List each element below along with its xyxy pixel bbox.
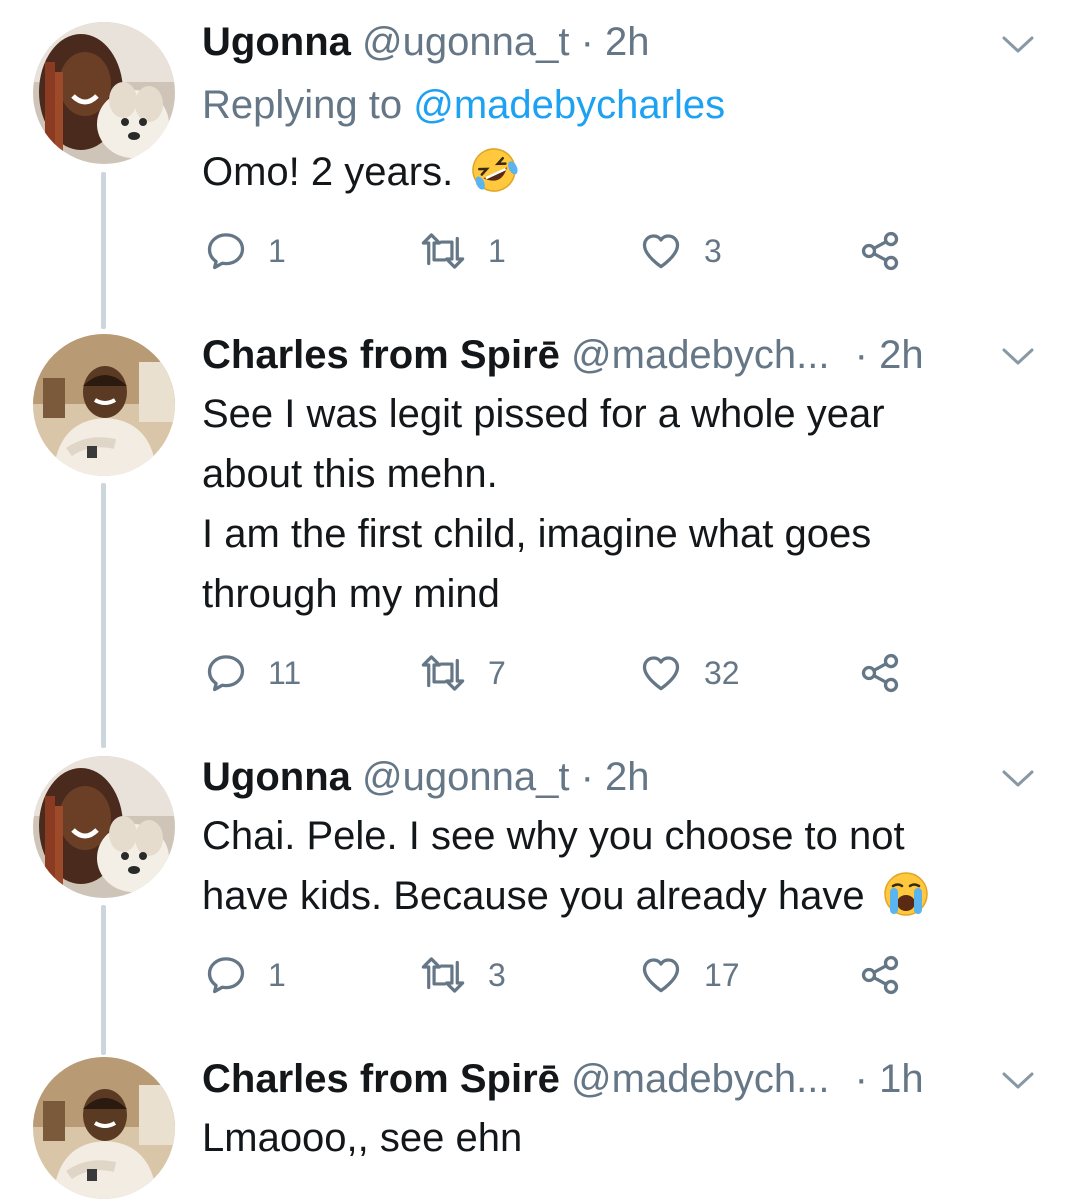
tweet-text: Omo! 2 years. <box>202 142 518 202</box>
tweet-actions: 1 3 17 <box>202 950 922 1000</box>
separator-dot: · <box>854 1057 868 1101</box>
reply-icon <box>207 233 245 270</box>
replying-to-label: Replying to <box>202 83 403 127</box>
separator-dot: · <box>580 755 594 799</box>
share-button[interactable] <box>858 226 902 276</box>
tweet-text-line-with-emoji: have kids. Because you already have <box>202 866 930 926</box>
like-count: 32 <box>704 654 740 691</box>
retweet-count: 1 <box>488 232 506 269</box>
share-button[interactable] <box>858 950 902 1000</box>
like-button[interactable]: 3 <box>638 226 722 276</box>
like-count: 17 <box>704 956 740 993</box>
display-name[interactable]: Charles from Spirē <box>202 1057 560 1101</box>
timestamp[interactable]: 2h <box>605 755 650 799</box>
retweet-icon <box>421 655 465 691</box>
tweet[interactable]: Charles from Spirē @madebych... · 1h Lma… <box>0 1030 1080 1199</box>
separator-dot: · <box>854 333 868 377</box>
tweet-text-line: Chai. Pele. I see why you choose to not <box>202 814 905 858</box>
heart-icon <box>642 234 680 269</box>
tweet-menu-chevron-icon[interactable] <box>1000 1068 1036 1092</box>
retweet-count: 7 <box>488 654 506 691</box>
display-name[interactable]: Ugonna <box>202 20 351 64</box>
tweet-header: Charles from Spirē @madebych... · 1h <box>202 1054 924 1104</box>
user-handle[interactable]: @ugonna_t <box>362 20 569 64</box>
reply-count: 1 <box>268 232 286 269</box>
tweet-text: See I was legit pissed for a whole year … <box>202 384 885 624</box>
share-icon <box>861 955 899 995</box>
timestamp[interactable]: 1h <box>879 1057 924 1101</box>
tweet-header: Ugonna @ugonna_t · 2h <box>202 17 650 67</box>
heart-icon <box>642 958 680 993</box>
avatar-charles-image <box>33 334 175 476</box>
reply-mention-link[interactable]: @madebycharles <box>413 83 725 127</box>
avatar[interactable] <box>33 756 175 898</box>
heart-icon <box>642 656 680 691</box>
tweet-text: Lmaooo,, see ehn <box>202 1108 522 1168</box>
tweet-text-line: about this mehn. <box>202 452 498 496</box>
reply-icon <box>207 655 245 692</box>
tweet-text-line: See I was legit pissed for a whole year <box>202 392 885 436</box>
reply-count: 1 <box>268 956 286 993</box>
timestamp[interactable]: 2h <box>879 333 924 377</box>
rolling-on-floor-laughing-emoji-icon <box>470 146 518 194</box>
avatar[interactable] <box>33 22 175 164</box>
display-name[interactable]: Ugonna <box>202 755 351 799</box>
tweet-actions: 1 1 3 <box>202 226 922 276</box>
tweet-text-line: have kids. Because you already have <box>202 874 865 918</box>
user-handle[interactable]: @ugonna_t <box>362 755 569 799</box>
retweet-count: 3 <box>488 956 506 993</box>
retweet-icon <box>421 957 465 993</box>
tweet-text: Chai. Pele. I see why you choose to not … <box>202 806 930 926</box>
like-button[interactable]: 17 <box>638 950 740 1000</box>
tweet-menu-chevron-icon[interactable] <box>1000 344 1036 368</box>
replying-to: Replying to @madebycharles <box>202 80 725 130</box>
retweet-button[interactable]: 3 <box>418 950 506 1000</box>
user-handle[interactable]: @madebych... <box>571 333 830 377</box>
tweet-menu-chevron-icon[interactable] <box>1000 32 1036 56</box>
retweet-button[interactable]: 7 <box>418 648 506 698</box>
reply-button[interactable]: 1 <box>204 950 286 1000</box>
timestamp[interactable]: 2h <box>605 20 650 64</box>
tweet-header: Charles from Spirē @madebych... · 2h <box>202 330 924 380</box>
reply-button[interactable]: 1 <box>204 226 286 276</box>
avatar[interactable] <box>33 334 175 476</box>
tweet-menu-chevron-icon[interactable] <box>1000 766 1036 790</box>
display-name[interactable]: Charles from Spirē <box>202 333 560 377</box>
share-icon <box>861 653 899 693</box>
user-handle[interactable]: @madebych... <box>571 1057 830 1101</box>
reply-button[interactable]: 11 <box>204 648 301 698</box>
tweet-text-line: Lmaooo,, see ehn <box>202 1116 523 1160</box>
retweet-icon <box>421 233 465 269</box>
tweet-header: Ugonna @ugonna_t · 2h <box>202 752 650 802</box>
share-icon <box>861 231 899 271</box>
avatar-ugonna-image <box>33 756 175 898</box>
separator-dot: · <box>580 20 594 64</box>
tweet-text-line: Omo! 2 years. <box>202 150 454 194</box>
reply-icon <box>207 957 245 994</box>
tweet[interactable]: Ugonna @ugonna_t · 2h Replying to @madeb… <box>0 0 1080 300</box>
avatar[interactable] <box>33 1057 175 1199</box>
loudly-crying-face-emoji-icon <box>882 870 930 918</box>
share-button[interactable] <box>858 648 902 698</box>
tweet-text-line: through my mind <box>202 572 500 616</box>
like-button[interactable]: 32 <box>638 648 740 698</box>
retweet-button[interactable]: 1 <box>418 226 506 276</box>
tweet[interactable]: Charles from Spirē @madebych... · 2h See… <box>0 300 1080 720</box>
tweet-actions: 11 7 32 <box>202 648 922 698</box>
tweet-text-line: I am the first child, imagine what goes <box>202 512 872 556</box>
reply-count: 11 <box>268 654 302 691</box>
avatar-charles-image <box>33 1057 175 1199</box>
avatar-ugonna-image <box>33 22 175 164</box>
tweet[interactable]: Ugonna @ugonna_t · 2h Chai. Pele. I see … <box>0 720 1080 1030</box>
like-count: 3 <box>704 232 722 269</box>
